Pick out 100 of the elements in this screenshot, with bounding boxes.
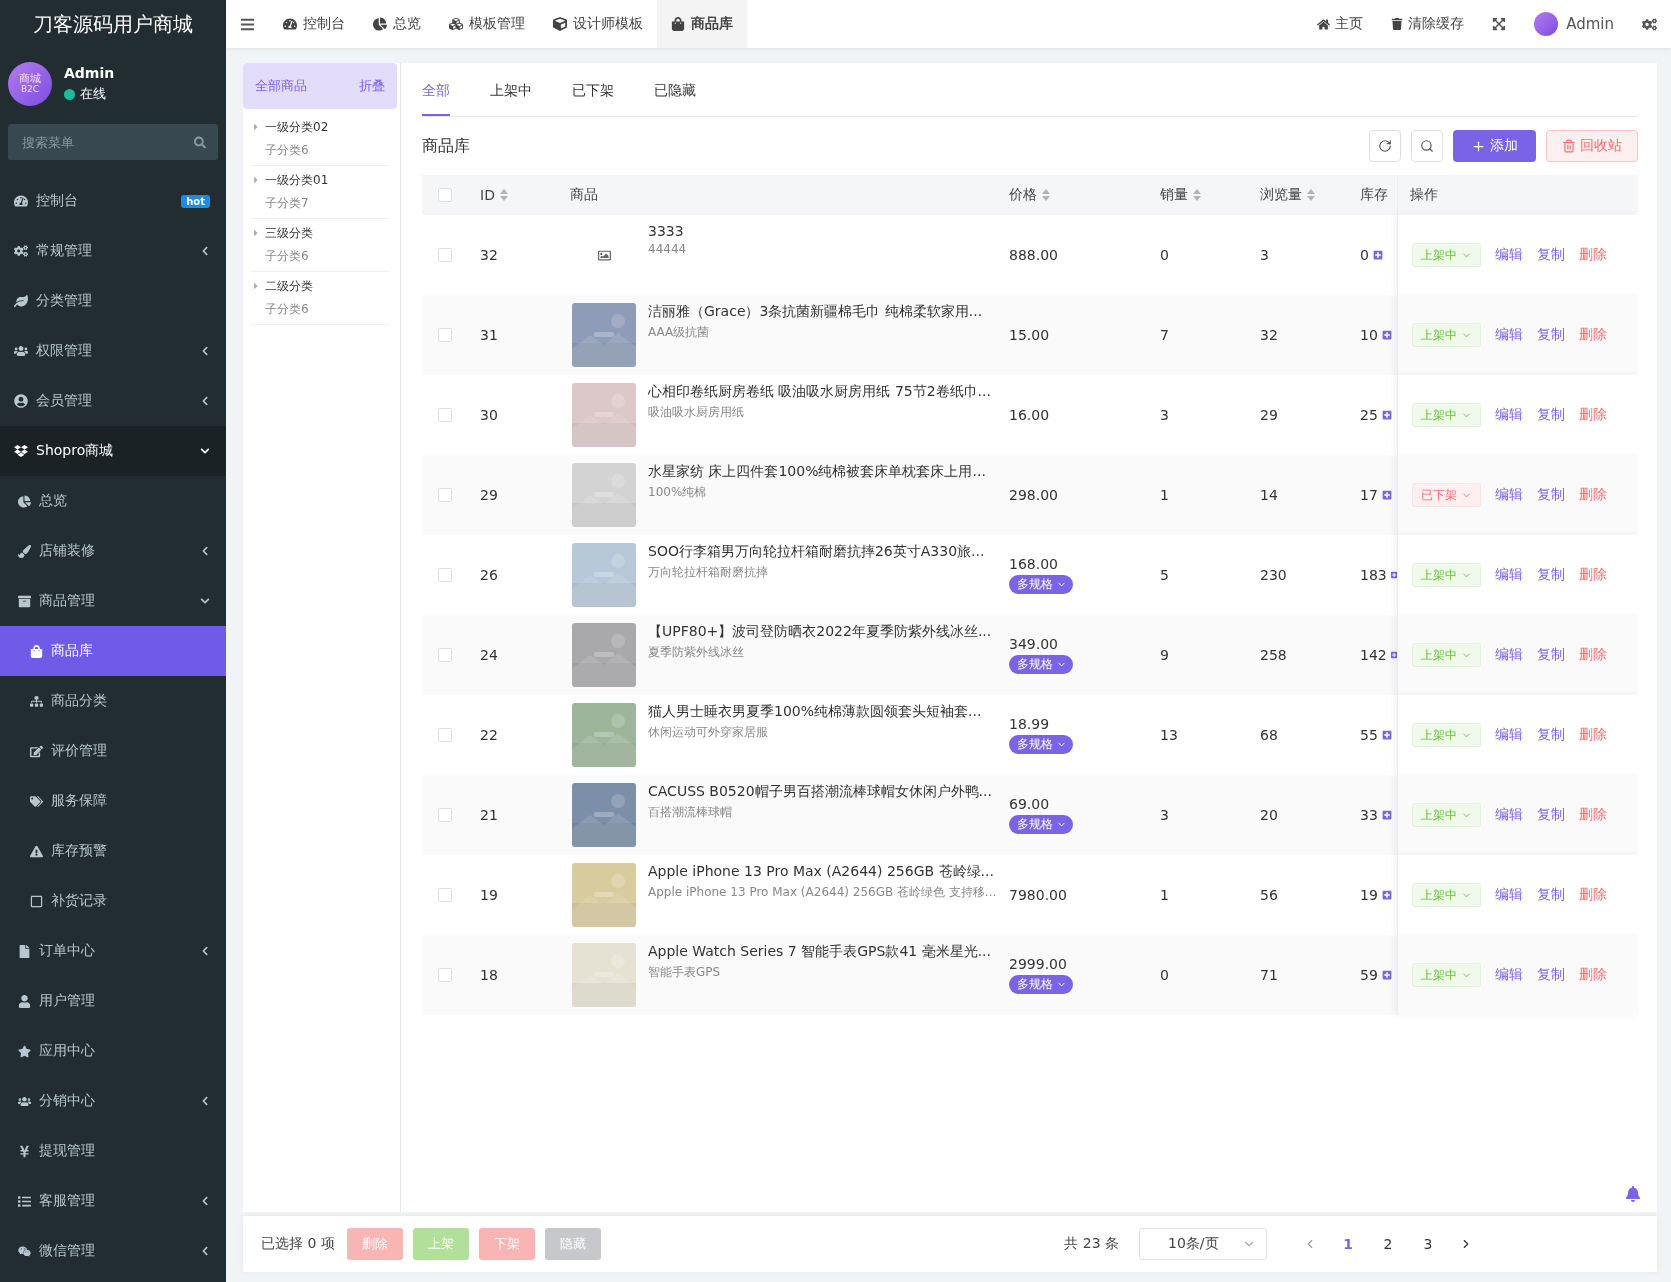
multi-spec-badge[interactable]: 多规格 xyxy=(1009,575,1073,594)
action-link[interactable]: 复制 xyxy=(1537,566,1565,584)
action-link[interactable]: 删除 xyxy=(1579,886,1607,904)
checkbox[interactable] xyxy=(438,328,452,342)
sidebar-item[interactable]: 应用中心 xyxy=(0,1026,226,1076)
sidebar-item[interactable]: 商品管理 xyxy=(0,576,226,626)
action-link[interactable]: 复制 xyxy=(1537,966,1565,984)
multi-spec-badge[interactable]: 多规格 xyxy=(1009,655,1073,674)
recycle-bin-button[interactable]: 回收站 xyxy=(1546,130,1638,162)
add-button[interactable]: 添加 xyxy=(1453,130,1536,162)
checkbox[interactable] xyxy=(438,648,452,662)
action-link[interactable]: 编辑 xyxy=(1495,886,1523,904)
sidebar-item[interactable]: 分销中心 xyxy=(0,1076,226,1126)
action-link[interactable]: 复制 xyxy=(1537,406,1565,424)
multi-spec-badge[interactable]: 多规格 xyxy=(1009,815,1073,834)
checkbox[interactable] xyxy=(438,568,452,582)
sort-icon[interactable] xyxy=(1307,189,1315,201)
multi-spec-badge[interactable]: 多规格 xyxy=(1009,735,1073,754)
category-header[interactable]: 全部商品 折叠 xyxy=(243,63,397,109)
top-link[interactable]: 主页 xyxy=(1303,15,1378,33)
action-link[interactable]: 编辑 xyxy=(1495,486,1523,504)
action-link[interactable]: 复制 xyxy=(1537,486,1565,504)
action-link[interactable]: 复制 xyxy=(1537,806,1565,824)
action-link[interactable]: 编辑 xyxy=(1495,246,1523,264)
category-item[interactable]: 三级分类 xyxy=(265,225,389,242)
sidebar-item[interactable]: Shopro商城 xyxy=(0,426,226,476)
action-link[interactable]: 编辑 xyxy=(1495,566,1523,584)
action-link[interactable]: 删除 xyxy=(1579,406,1607,424)
collapse-link[interactable]: 折叠 xyxy=(359,77,385,95)
add-stock-icon[interactable] xyxy=(1390,650,1397,660)
nav-tab[interactable]: 模板管理 xyxy=(435,0,539,48)
user-menu[interactable]: Admin xyxy=(1558,15,1628,33)
sidebar-item[interactable]: 用户管理 xyxy=(0,976,226,1026)
action-link[interactable]: 编辑 xyxy=(1495,726,1523,744)
action-link[interactable]: 编辑 xyxy=(1495,966,1523,984)
checkbox[interactable] xyxy=(438,248,452,262)
sidebar-item[interactable]: 常规管理 xyxy=(0,226,226,276)
sort-icon[interactable] xyxy=(499,189,508,201)
add-stock-icon[interactable] xyxy=(1372,250,1383,260)
add-stock-icon[interactable] xyxy=(1381,970,1392,980)
subcategory-item[interactable]: 子分类6 xyxy=(265,301,389,318)
subcategory-item[interactable]: 子分类6 xyxy=(265,142,389,159)
page-button[interactable]: 1 xyxy=(1333,1235,1363,1253)
sort-icon[interactable] xyxy=(1042,189,1050,201)
sidebar-item[interactable]: 控制台 hot xyxy=(0,176,226,226)
add-stock-icon[interactable] xyxy=(1381,330,1392,340)
category-item[interactable]: 一级分类01 xyxy=(265,172,389,189)
nav-tab[interactable]: 总览 xyxy=(359,0,435,48)
action-link[interactable]: 复制 xyxy=(1537,326,1565,344)
menu-search-field[interactable]: 搜索菜单 xyxy=(8,124,218,160)
checkbox[interactable] xyxy=(438,888,452,902)
refresh-button[interactable] xyxy=(1369,130,1401,162)
sidebar-item[interactable]: 库存预警 xyxy=(0,826,226,876)
page-button[interactable]: 3 xyxy=(1413,1235,1443,1253)
sidebar-item[interactable]: 微信管理 xyxy=(0,1226,226,1276)
action-link[interactable]: 编辑 xyxy=(1495,806,1523,824)
filter-tab[interactable]: 全部 xyxy=(422,67,450,116)
add-stock-icon[interactable] xyxy=(1381,890,1392,900)
category-item[interactable]: 二级分类 xyxy=(265,278,389,295)
category-all[interactable]: 全部商品 xyxy=(255,77,307,95)
search-button[interactable] xyxy=(1411,130,1443,162)
action-link[interactable]: 复制 xyxy=(1537,646,1565,664)
checkbox[interactable] xyxy=(438,728,452,742)
add-stock-icon[interactable] xyxy=(1381,410,1392,420)
nav-tab[interactable]: 设计师模板 xyxy=(539,0,657,48)
filter-tab[interactable]: 已下架 xyxy=(572,67,614,116)
sidebar-item[interactable]: 客服管理 xyxy=(0,1176,226,1226)
sidebar-item[interactable]: 评价管理 xyxy=(0,726,226,776)
avatar[interactable] xyxy=(1534,12,1559,36)
page-size-select[interactable]: 10条/页 xyxy=(1139,1228,1267,1260)
category-item[interactable]: 一级分类02 xyxy=(265,119,389,136)
action-link[interactable]: 编辑 xyxy=(1495,406,1523,424)
action-link[interactable]: 编辑 xyxy=(1495,326,1523,344)
sidebar-item[interactable]: 商品库 xyxy=(0,626,226,676)
sidebar-item[interactable]: 订单中心 xyxy=(0,926,226,976)
checkbox[interactable] xyxy=(438,808,452,822)
subcategory-item[interactable]: 子分类7 xyxy=(265,195,389,212)
action-link[interactable]: 删除 xyxy=(1579,326,1607,344)
checkbox[interactable] xyxy=(438,488,452,502)
action-link[interactable]: 删除 xyxy=(1579,726,1607,744)
action-link[interactable]: 复制 xyxy=(1537,726,1565,744)
action-link[interactable]: 删除 xyxy=(1579,806,1607,824)
sidebar-item[interactable]: 店铺装修 xyxy=(0,526,226,576)
add-stock-icon[interactable] xyxy=(1390,570,1397,580)
sort-icon[interactable] xyxy=(1193,189,1201,201)
sidebar-item[interactable]: 服务保障 xyxy=(0,776,226,826)
sidebar-item[interactable]: 分类管理 xyxy=(0,276,226,326)
top-link[interactable]: 清除缓存 xyxy=(1377,15,1479,33)
checkbox[interactable] xyxy=(438,408,452,422)
action-link[interactable]: 删除 xyxy=(1579,966,1607,984)
multi-spec-badge[interactable]: 多规格 xyxy=(1009,975,1073,994)
sidebar-item[interactable]: 会员管理 xyxy=(0,376,226,426)
bell-icon[interactable] xyxy=(1625,1186,1641,1202)
add-stock-icon[interactable] xyxy=(1381,730,1392,740)
action-link[interactable]: 复制 xyxy=(1537,886,1565,904)
sidebar-item[interactable]: 权限管理 xyxy=(0,326,226,376)
action-link[interactable]: 删除 xyxy=(1579,486,1607,504)
filter-tab[interactable]: 已隐藏 xyxy=(654,67,696,116)
nav-tab[interactable]: 控制台 xyxy=(269,0,359,48)
nav-tab[interactable]: 商品库 xyxy=(657,0,747,48)
